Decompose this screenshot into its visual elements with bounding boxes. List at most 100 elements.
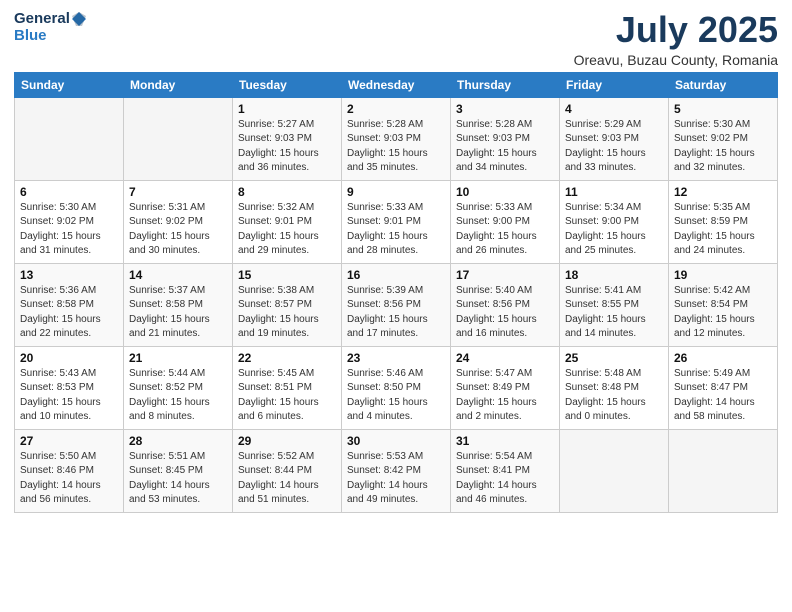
table-row: 23 Sunrise: 5:46 AM Sunset: 8:50 PM Dayli… — [342, 346, 451, 429]
day-number: 24 — [456, 351, 554, 365]
table-row: 16 Sunrise: 5:39 AM Sunset: 8:56 PM Dayli… — [342, 263, 451, 346]
day-number: 11 — [565, 185, 663, 199]
day-info: Sunrise: 5:40 AM Sunset: 8:56 PM Dayligh… — [456, 284, 554, 342]
day-number: 3 — [456, 102, 554, 116]
table-row: 21 Sunrise: 5:44 AM Sunset: 8:52 PM Dayli… — [124, 346, 233, 429]
header-monday: Monday — [124, 72, 233, 97]
day-info: Sunrise: 5:39 AM Sunset: 8:56 PM Dayligh… — [347, 284, 445, 342]
week-row-5: 27 Sunrise: 5:50 AM Sunset: 8:46 PM Dayli… — [15, 429, 778, 512]
header-wednesday: Wednesday — [342, 72, 451, 97]
day-info: Sunrise: 5:33 AM Sunset: 9:00 PM Dayligh… — [456, 201, 554, 259]
day-info: Sunrise: 5:46 AM Sunset: 8:50 PM Dayligh… — [347, 367, 445, 425]
table-row: 17 Sunrise: 5:40 AM Sunset: 8:56 PM Dayli… — [451, 263, 560, 346]
day-number: 10 — [456, 185, 554, 199]
day-number: 31 — [456, 434, 554, 448]
title-block: July 2025 Oreavu, Buzau County, Romania — [574, 10, 778, 68]
day-info: Sunrise: 5:47 AM Sunset: 8:49 PM Dayligh… — [456, 367, 554, 425]
table-row: 30 Sunrise: 5:53 AM Sunset: 8:42 PM Dayli… — [342, 429, 451, 512]
day-info: Sunrise: 5:36 AM Sunset: 8:58 PM Dayligh… — [20, 284, 118, 342]
page: General Blue July 2025 Oreavu, Buzau Cou… — [0, 0, 792, 612]
day-info: Sunrise: 5:28 AM Sunset: 9:03 PM Dayligh… — [456, 118, 554, 176]
day-number: 15 — [238, 268, 336, 282]
header-sunday: Sunday — [15, 72, 124, 97]
table-row: 20 Sunrise: 5:43 AM Sunset: 8:53 PM Dayli… — [15, 346, 124, 429]
week-row-3: 13 Sunrise: 5:36 AM Sunset: 8:58 PM Dayli… — [15, 263, 778, 346]
table-row: 31 Sunrise: 5:54 AM Sunset: 8:41 PM Dayli… — [451, 429, 560, 512]
header-thursday: Thursday — [451, 72, 560, 97]
day-info: Sunrise: 5:32 AM Sunset: 9:01 PM Dayligh… — [238, 201, 336, 259]
day-info: Sunrise: 5:44 AM Sunset: 8:52 PM Dayligh… — [129, 367, 227, 425]
day-info: Sunrise: 5:34 AM Sunset: 9:00 PM Dayligh… — [565, 201, 663, 259]
day-number: 16 — [347, 268, 445, 282]
table-row: 25 Sunrise: 5:48 AM Sunset: 8:48 PM Dayli… — [560, 346, 669, 429]
table-row: 28Sunrise: 5:51 AM Sunset: 8:45 PM Dayli… — [124, 429, 233, 512]
table-row: 10 Sunrise: 5:33 AM Sunset: 9:00 PM Dayli… — [451, 180, 560, 263]
day-info: Sunrise: 5:49 AM Sunset: 8:47 PM Dayligh… — [674, 367, 772, 425]
calendar: Sunday Monday Tuesday Wednesday Thursday… — [14, 72, 778, 513]
day-info: Sunrise: 5:33 AM Sunset: 9:01 PM Dayligh… — [347, 201, 445, 259]
day-number: 20 — [20, 351, 118, 365]
header: General Blue July 2025 Oreavu, Buzau Cou… — [14, 10, 778, 68]
logo: General Blue — [14, 10, 88, 45]
table-row: 26 Sunrise: 5:49 AM Sunset: 8:47 PM Dayli… — [669, 346, 778, 429]
day-number: 2 — [347, 102, 445, 116]
day-number: 26 — [674, 351, 772, 365]
header-saturday: Saturday — [669, 72, 778, 97]
day-info: Sunrise: 5:31 AM Sunset: 9:02 PM Dayligh… — [129, 201, 227, 259]
header-friday: Friday — [560, 72, 669, 97]
day-number: 30 — [347, 434, 445, 448]
day-info: Sunrise: 5:28 AM Sunset: 9:03 PM Dayligh… — [347, 118, 445, 176]
table-row — [669, 429, 778, 512]
table-row: 15 Sunrise: 5:38 AM Sunset: 8:57 PM Dayli… — [233, 263, 342, 346]
table-row: 2 Sunrise: 5:28 AM Sunset: 9:03 PM Daylig… — [342, 97, 451, 180]
day-info: Sunrise: 5:45 AM Sunset: 8:51 PM Dayligh… — [238, 367, 336, 425]
day-info: Sunrise: 5:38 AM Sunset: 8:57 PM Dayligh… — [238, 284, 336, 342]
table-row: 14Sunrise: 5:37 AM Sunset: 8:58 PM Dayli… — [124, 263, 233, 346]
day-number: 22 — [238, 351, 336, 365]
table-row: 4 Sunrise: 5:29 AM Sunset: 9:03 PM Daylig… — [560, 97, 669, 180]
table-row: 1Sunrise: 5:27 AM Sunset: 9:03 PM Daylig… — [233, 97, 342, 180]
day-number: 17 — [456, 268, 554, 282]
day-number: 6 — [20, 185, 118, 199]
header-tuesday: Tuesday — [233, 72, 342, 97]
day-number: 18 — [565, 268, 663, 282]
day-number: 27 — [20, 434, 118, 448]
table-row: 18Sunrise: 5:41 AM Sunset: 8:55 PM Dayli… — [560, 263, 669, 346]
day-number: 4 — [565, 102, 663, 116]
day-number: 21 — [129, 351, 227, 365]
table-row: 8Sunrise: 5:32 AM Sunset: 9:01 PM Daylig… — [233, 180, 342, 263]
table-row: 5Sunrise: 5:30 AM Sunset: 9:02 PM Daylig… — [669, 97, 778, 180]
table-row — [560, 429, 669, 512]
day-info: Sunrise: 5:27 AM Sunset: 9:03 PM Dayligh… — [238, 118, 336, 176]
table-row: 11 Sunrise: 5:34 AM Sunset: 9:00 PM Dayli… — [560, 180, 669, 263]
day-number: 23 — [347, 351, 445, 365]
table-row: 29Sunrise: 5:52 AM Sunset: 8:44 PM Dayli… — [233, 429, 342, 512]
table-row: 19Sunrise: 5:42 AM Sunset: 8:54 PM Dayli… — [669, 263, 778, 346]
day-number: 13 — [20, 268, 118, 282]
day-info: Sunrise: 5:30 AM Sunset: 9:02 PM Dayligh… — [20, 201, 118, 259]
table-row: 13 Sunrise: 5:36 AM Sunset: 8:58 PM Dayli… — [15, 263, 124, 346]
logo-general: General — [14, 11, 70, 28]
day-info: Sunrise: 5:51 AM Sunset: 8:45 PM Dayligh… — [129, 450, 227, 508]
day-info: Sunrise: 5:43 AM Sunset: 8:53 PM Dayligh… — [20, 367, 118, 425]
day-number: 19 — [674, 268, 772, 282]
day-info: Sunrise: 5:50 AM Sunset: 8:46 PM Dayligh… — [20, 450, 118, 508]
table-row — [15, 97, 124, 180]
location: Oreavu, Buzau County, Romania — [574, 52, 778, 68]
day-info: Sunrise: 5:37 AM Sunset: 8:58 PM Dayligh… — [129, 284, 227, 342]
table-row: 27 Sunrise: 5:50 AM Sunset: 8:46 PM Dayli… — [15, 429, 124, 512]
day-number: 12 — [674, 185, 772, 199]
day-info: Sunrise: 5:54 AM Sunset: 8:41 PM Dayligh… — [456, 450, 554, 508]
day-info: Sunrise: 5:29 AM Sunset: 9:03 PM Dayligh… — [565, 118, 663, 176]
table-row: 6 Sunrise: 5:30 AM Sunset: 9:02 PM Daylig… — [15, 180, 124, 263]
table-row: 3 Sunrise: 5:28 AM Sunset: 9:03 PM Daylig… — [451, 97, 560, 180]
logo-icon — [70, 10, 88, 28]
table-row: 9 Sunrise: 5:33 AM Sunset: 9:01 PM Daylig… — [342, 180, 451, 263]
table-row: 22 Sunrise: 5:45 AM Sunset: 8:51 PM Dayli… — [233, 346, 342, 429]
day-info: Sunrise: 5:35 AM Sunset: 8:59 PM Dayligh… — [674, 201, 772, 259]
table-row: 24 Sunrise: 5:47 AM Sunset: 8:49 PM Dayli… — [451, 346, 560, 429]
day-number: 9 — [347, 185, 445, 199]
day-info: Sunrise: 5:48 AM Sunset: 8:48 PM Dayligh… — [565, 367, 663, 425]
day-info: Sunrise: 5:53 AM Sunset: 8:42 PM Dayligh… — [347, 450, 445, 508]
day-number: 25 — [565, 351, 663, 365]
